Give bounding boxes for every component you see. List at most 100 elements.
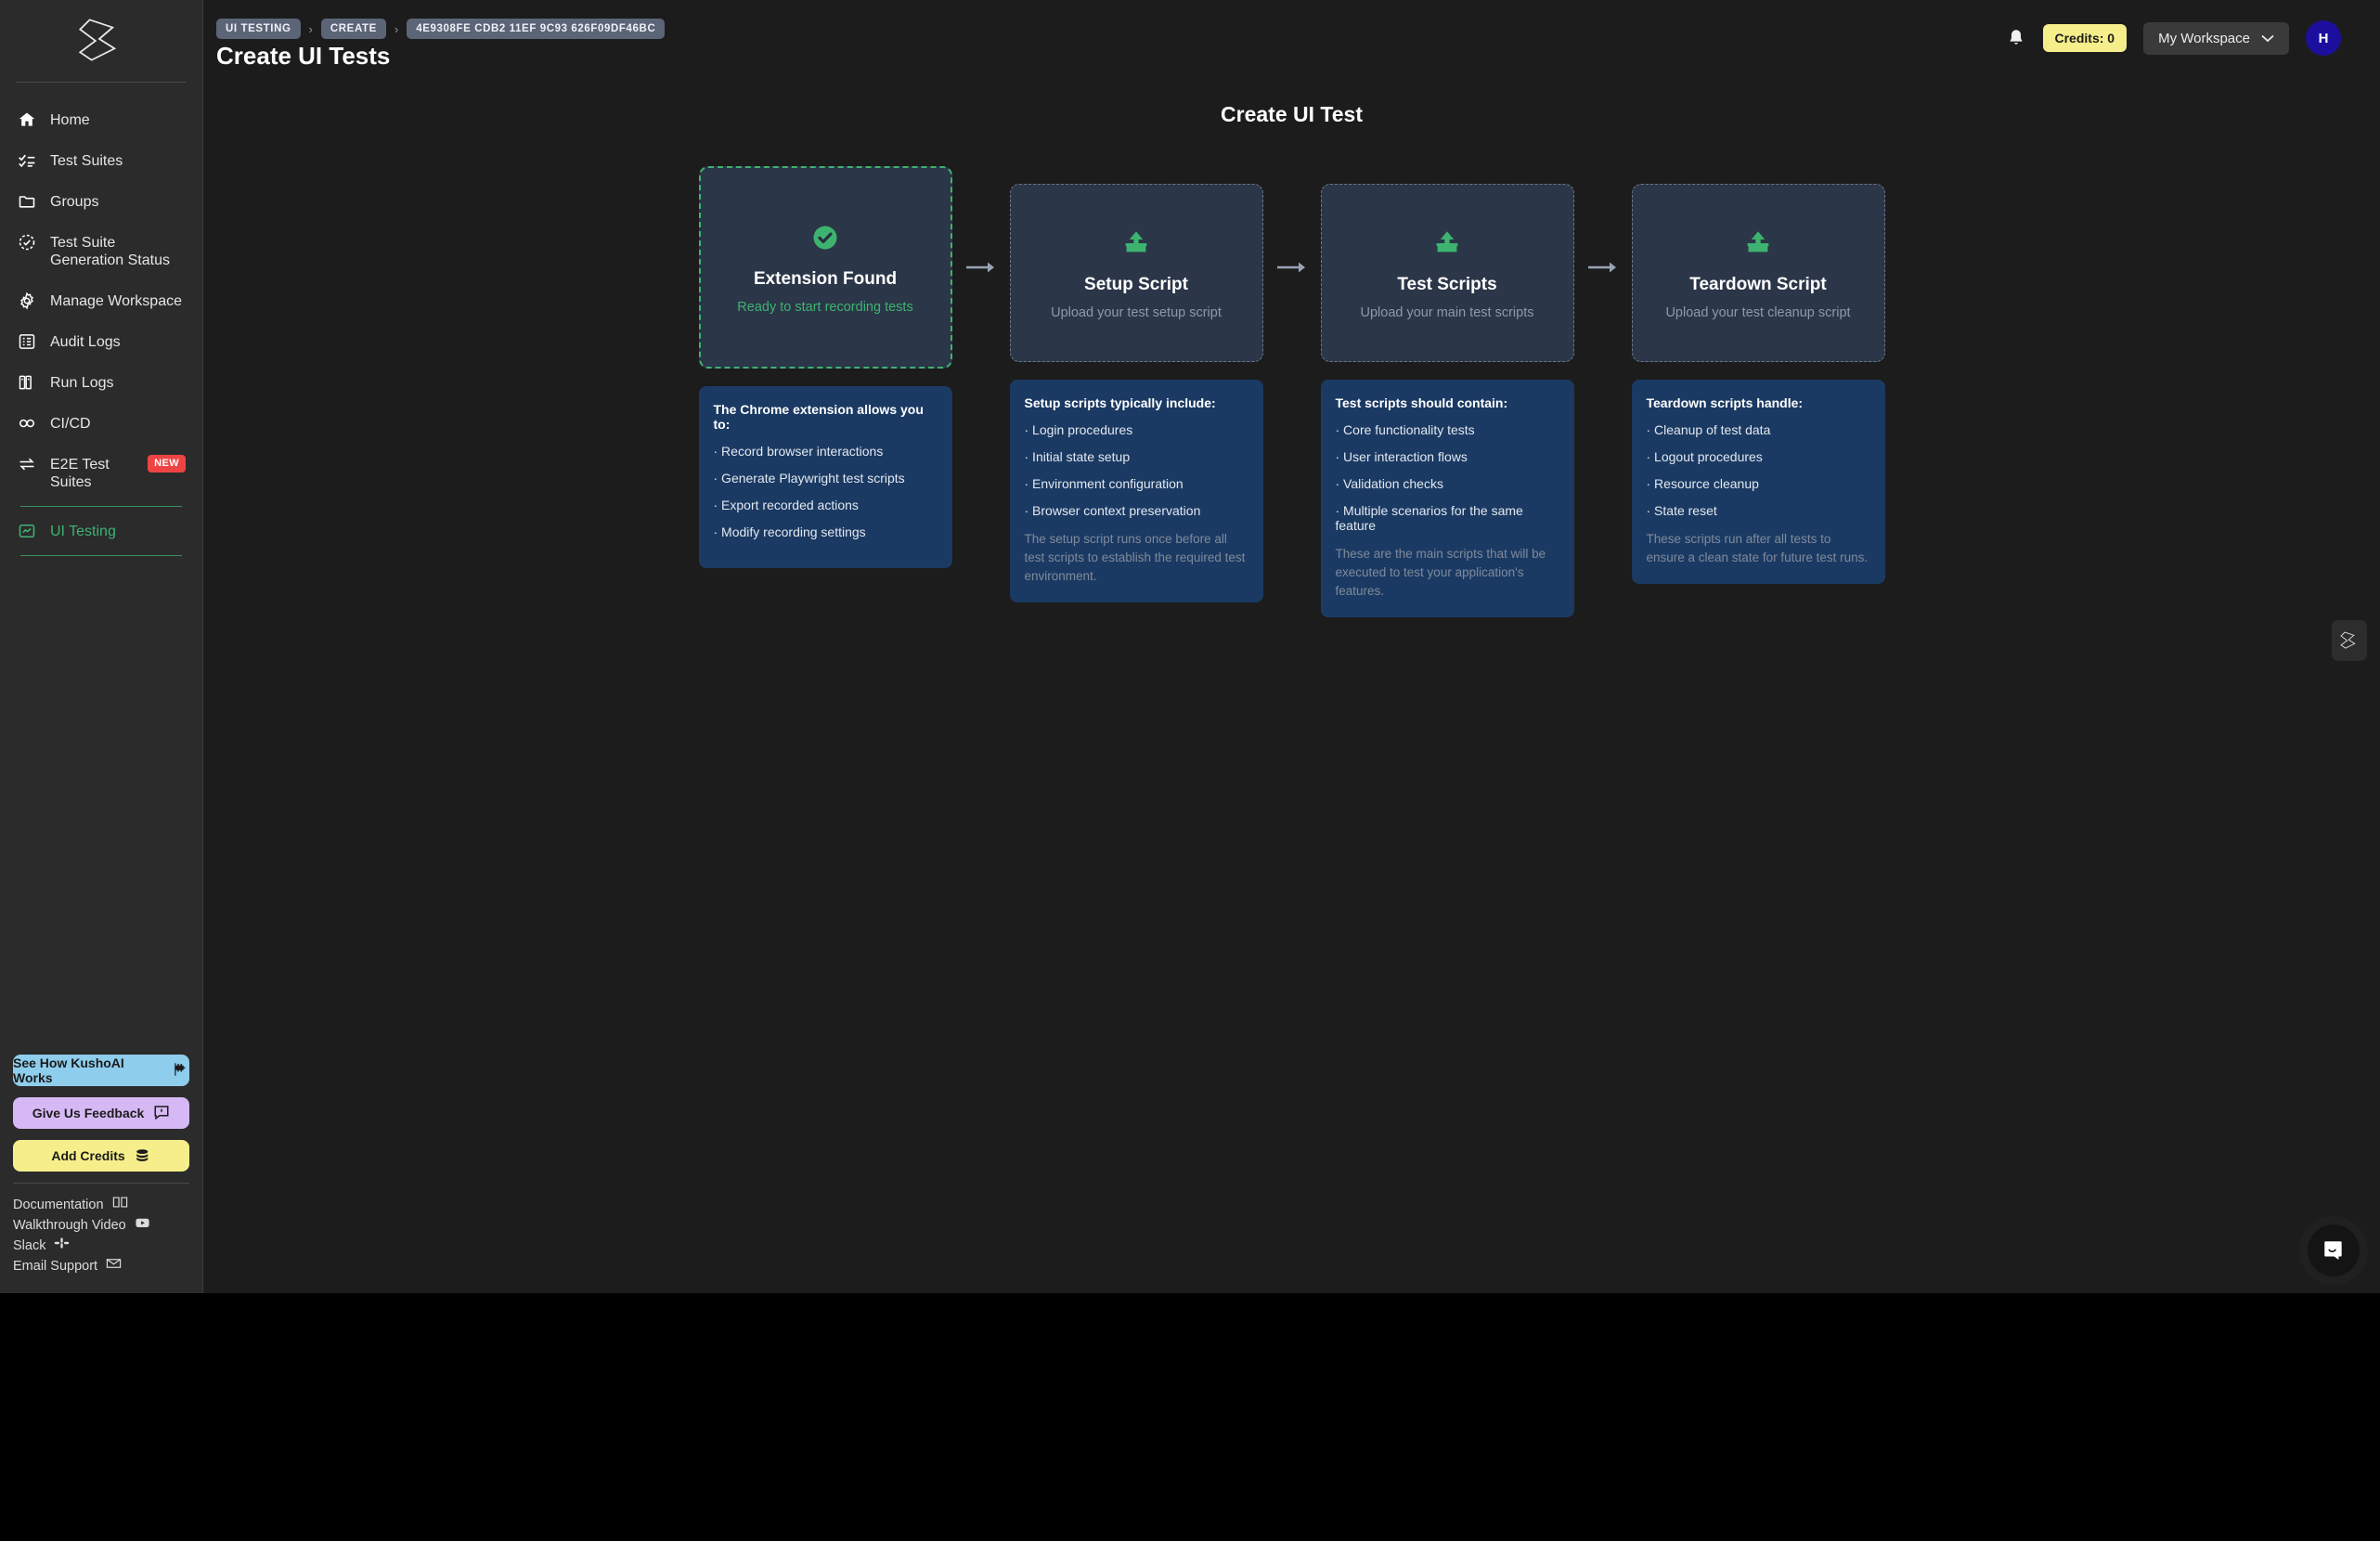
home-icon bbox=[17, 110, 37, 129]
card-subtitle: Ready to start recording tests bbox=[737, 299, 913, 315]
setup-script-info-box: Setup scripts typically include: · Login… bbox=[1009, 380, 1263, 602]
steps-row: Extension Found Ready to start recording… bbox=[203, 166, 2380, 617]
step-arrow bbox=[1574, 166, 1632, 369]
email-support-label: Email Support bbox=[13, 1259, 98, 1274]
info-list-item: · Generate Playwright test scripts bbox=[713, 471, 905, 486]
sidebar-item-ci-cd[interactable]: CI/CD bbox=[9, 403, 193, 444]
documentation-link[interactable]: Documentation bbox=[13, 1195, 189, 1215]
info-list-item: · Cleanup of test data bbox=[1646, 422, 1771, 437]
topbar-actions: Credits: 0 My Workspace H bbox=[2006, 20, 2341, 56]
sidebar-item-label: Run Logs bbox=[50, 375, 114, 391]
info-list-item: · Core functionality tests bbox=[1335, 422, 1475, 437]
info-list-item: · State reset bbox=[1646, 503, 1717, 518]
breadcrumb-item-ui-testing[interactable]: UI TESTING bbox=[216, 19, 301, 39]
checklist-icon bbox=[17, 151, 37, 170]
teardown-script-info-box: Teardown scripts handle: · Cleanup of te… bbox=[1631, 380, 1885, 584]
sidebar-item-label: Test Suites bbox=[50, 153, 123, 169]
sidebar-item-test-suites[interactable]: Test Suites bbox=[9, 140, 193, 181]
sidebar-active-divider-bottom bbox=[20, 555, 182, 556]
credits-badge[interactable]: Credits: 0 bbox=[2042, 24, 2128, 52]
status-badge: NEW bbox=[148, 455, 186, 473]
teardown-script-upload-card[interactable]: Teardown Script Upload your test cleanup… bbox=[1631, 184, 1885, 362]
checkered-flag-icon bbox=[173, 1062, 189, 1080]
card-title: Extension Found bbox=[753, 268, 898, 289]
card-title: Setup Script bbox=[1084, 274, 1188, 294]
breadcrumb-separator: › bbox=[308, 21, 313, 36]
youtube-icon bbox=[135, 1215, 150, 1236]
slack-link[interactable]: Slack bbox=[13, 1236, 189, 1256]
walkthrough-video-link[interactable]: Walkthrough Video bbox=[13, 1215, 189, 1236]
workspace-selector[interactable]: My Workspace bbox=[2143, 21, 2289, 55]
info-list-item: · Login procedures bbox=[1024, 422, 1133, 437]
info-list-item: · Multiple scenarios for the same featur… bbox=[1335, 503, 1523, 533]
bell-icon[interactable] bbox=[2006, 28, 2026, 48]
setup-script-upload-card[interactable]: Setup Script Upload your test setup scri… bbox=[1009, 184, 1263, 362]
add-credits-button[interactable]: Add Credits bbox=[13, 1140, 189, 1172]
envelope-icon bbox=[106, 1256, 122, 1276]
card-subtitle: Upload your test setup script bbox=[1051, 304, 1222, 320]
book-icon bbox=[112, 1195, 128, 1215]
extension-info-box: The Chrome extension allows you to: · Re… bbox=[698, 386, 952, 568]
extension-status-card[interactable]: Extension Found Ready to start recording… bbox=[698, 166, 952, 369]
app-logo[interactable] bbox=[0, 0, 202, 82]
slack-icon bbox=[54, 1236, 70, 1256]
breadcrumb-separator: › bbox=[394, 21, 399, 36]
kusho-logo-icon bbox=[78, 19, 117, 61]
sidebar-nav: Home Test Suites Groups Test Suite Gener… bbox=[0, 99, 202, 560]
sidebar-item-label: Groups bbox=[50, 194, 99, 210]
info-list-item: · Record browser interactions bbox=[713, 444, 884, 459]
info-note: The setup script runs once before all te… bbox=[1024, 532, 1246, 583]
sidebar-item-e2e-test-suites[interactable]: E2E Test Suites NEW bbox=[9, 444, 193, 502]
info-list-item: · Environment configuration bbox=[1024, 476, 1184, 491]
sidebar-active-divider-top bbox=[20, 506, 182, 507]
info-list-item: · Initial state setup bbox=[1024, 449, 1131, 464]
breadcrumb-item-id[interactable]: 4E9308FE CDB2 11EF 9C93 626F09DF46BC bbox=[407, 19, 666, 39]
sidebar-divider bbox=[17, 82, 186, 83]
info-list-item: · Logout procedures bbox=[1646, 449, 1763, 464]
sidebar-item-test-suite-generation-status[interactable]: Test Suite Generation Status bbox=[9, 222, 193, 280]
step-arrow bbox=[952, 166, 1010, 369]
sidebar-item-run-logs[interactable]: Run Logs bbox=[9, 362, 193, 403]
give-us-feedback-button[interactable]: Give Us Feedback bbox=[13, 1097, 189, 1129]
test-scripts-upload-card[interactable]: Test Scripts Upload your main test scrip… bbox=[1320, 184, 1574, 362]
card-subtitle: Upload your test cleanup script bbox=[1665, 304, 1851, 320]
info-note: These scripts run after all tests to ens… bbox=[1646, 532, 1869, 564]
info-title: Test scripts should contain: bbox=[1335, 395, 1508, 410]
info-list-item: · Validation checks bbox=[1335, 476, 1443, 491]
sidebar-item-label: UI Testing bbox=[50, 524, 116, 539]
documentation-label: Documentation bbox=[13, 1198, 104, 1212]
sidebar-item-home[interactable]: Home bbox=[9, 99, 193, 140]
sidebar-item-audit-logs[interactable]: Audit Logs bbox=[9, 321, 193, 362]
page-title: Create UI Tests bbox=[216, 42, 391, 70]
avatar[interactable]: H bbox=[2306, 20, 2341, 56]
info-list-item: · Browser context preservation bbox=[1024, 503, 1201, 518]
sidebar-item-ui-testing[interactable]: UI Testing bbox=[9, 511, 193, 551]
see-how-kushoai-works-button[interactable]: See How KushoAI Works bbox=[13, 1055, 189, 1086]
footer-divider bbox=[13, 1183, 189, 1184]
info-title: Setup scripts typically include: bbox=[1024, 395, 1216, 410]
workspace-label: My Workspace bbox=[2158, 30, 2250, 46]
list-icon bbox=[17, 332, 37, 351]
gear-icon bbox=[17, 291, 37, 310]
sidebar-item-label: Manage Workspace bbox=[50, 293, 182, 309]
main-content: UI TESTING › CREATE › 4E9308FE CDB2 11EF… bbox=[203, 0, 2380, 1293]
sidebar-item-manage-workspace[interactable]: Manage Workspace bbox=[9, 280, 193, 321]
upload-icon bbox=[1121, 227, 1151, 260]
sidebar-item-groups[interactable]: Groups bbox=[9, 181, 193, 222]
chat-support-button[interactable] bbox=[2308, 1224, 2360, 1276]
card-title: Test Scripts bbox=[1397, 274, 1497, 294]
kusho-logo-icon bbox=[2340, 631, 2356, 649]
breadcrumb-item-create[interactable]: CREATE bbox=[320, 19, 386, 39]
topbar: UI TESTING › CREATE › 4E9308FE CDB2 11EF… bbox=[203, 0, 2380, 85]
upload-icon bbox=[1743, 227, 1773, 260]
sidebar-item-label: Test Suite Generation Status bbox=[50, 235, 170, 268]
card-subtitle: Upload your main test scripts bbox=[1360, 304, 1534, 320]
sidebar-item-label: Audit Logs bbox=[50, 334, 121, 350]
kusho-side-widget-button[interactable] bbox=[2332, 620, 2367, 661]
email-support-link[interactable]: Email Support bbox=[13, 1256, 189, 1276]
chevron-down-icon bbox=[2261, 31, 2274, 46]
step-teardown-script: Teardown Script Upload your test cleanup… bbox=[1631, 166, 1885, 584]
sidebar-item-label: CI/CD bbox=[50, 416, 91, 432]
clock-check-icon bbox=[17, 233, 37, 252]
step-setup-script: Setup Script Upload your test setup scri… bbox=[1009, 166, 1263, 602]
